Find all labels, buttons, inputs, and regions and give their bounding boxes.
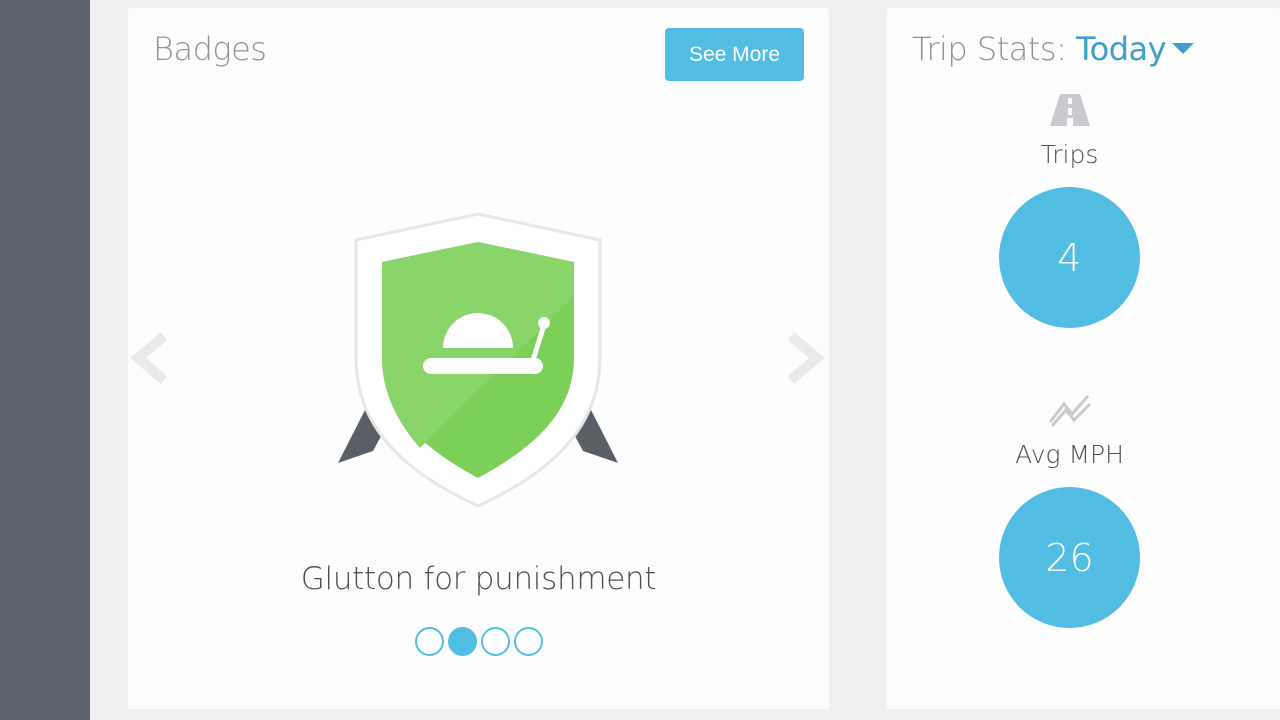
stat-trips: Trips 4 xyxy=(887,92,1252,328)
sidebar xyxy=(0,0,90,720)
pagination-dot[interactable] xyxy=(415,627,444,656)
pagination-dot[interactable] xyxy=(514,627,543,656)
chevron-left-icon xyxy=(130,332,168,384)
stat-label: Avg MPH xyxy=(1015,440,1124,469)
stat-value: 4 xyxy=(1057,235,1082,280)
badge-name: Glutton for punishment xyxy=(300,561,657,597)
badges-card: Badges See More Glutton for punishment xyxy=(128,8,939,709)
carousel-next-button[interactable] xyxy=(783,328,827,388)
stat-value-circle: 4 xyxy=(999,187,1140,328)
caret-down-icon xyxy=(1172,42,1195,54)
pagination-dot[interactable] xyxy=(481,627,510,656)
trip-stats-label: Trip Stats: xyxy=(912,30,1077,68)
trip-stats-title: Trip Stats: Today xyxy=(912,30,1195,68)
trend-icon xyxy=(1048,395,1091,427)
carousel-pagination xyxy=(415,627,543,656)
period-dropdown[interactable]: Today xyxy=(1076,30,1195,68)
pagination-dot-active[interactable] xyxy=(448,627,477,656)
see-more-button[interactable]: See More xyxy=(665,28,804,81)
trip-stats-card: Trip Stats: Today Trips 4 Avg MPH 26 xyxy=(887,8,1280,709)
stat-value: 26 xyxy=(1045,535,1094,580)
carousel-prev-button[interactable] xyxy=(128,328,172,388)
stat-avg-mph: Avg MPH 26 xyxy=(887,392,1252,628)
stat-value-circle: 26 xyxy=(999,487,1140,628)
period-value: Today xyxy=(1076,30,1167,68)
badges-title: Badges xyxy=(153,30,267,68)
road-icon xyxy=(1049,94,1090,126)
chevron-right-icon xyxy=(787,332,825,384)
stat-label: Trips xyxy=(1040,140,1099,169)
badge-image xyxy=(328,208,628,518)
